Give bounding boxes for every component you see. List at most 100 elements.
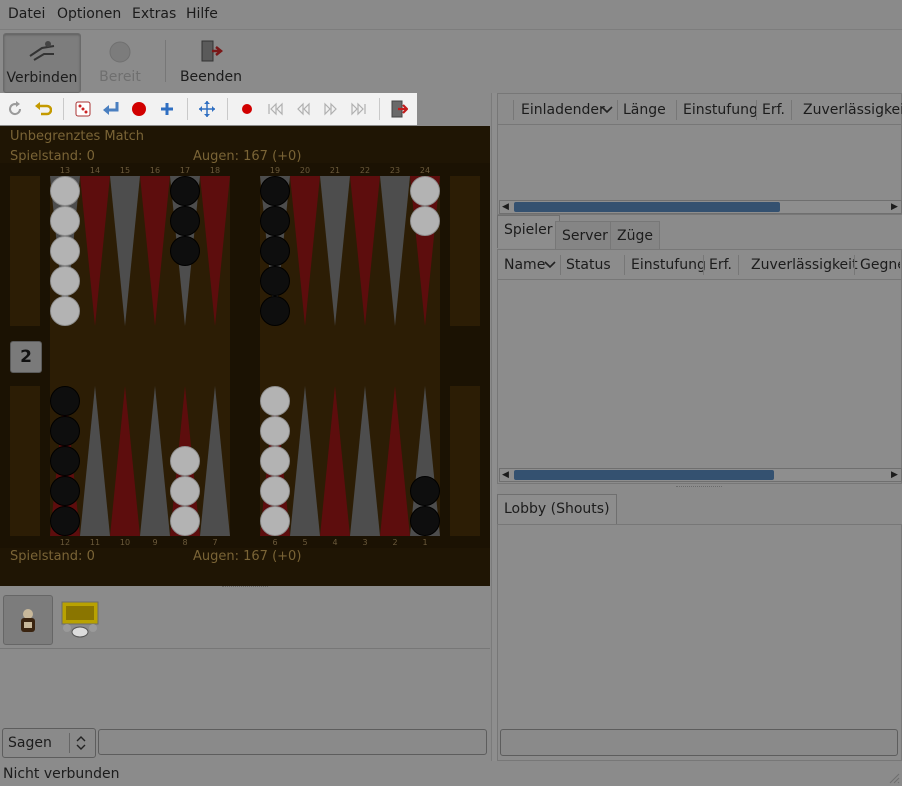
menu-extras[interactable]: Extras (132, 6, 176, 22)
white-checker[interactable] (170, 506, 200, 536)
quit-button[interactable]: Beenden (178, 33, 244, 91)
pips-bottom: Augen: 167 (+0) (193, 549, 302, 564)
tab-lobby-label: Lobby (Shouts) (504, 501, 610, 517)
white-checker[interactable] (50, 266, 80, 296)
black-checker[interactable] (260, 206, 290, 236)
invitations-scrollbar[interactable]: ◀ ▶ (499, 200, 902, 214)
doubling-cube[interactable]: 2 (10, 341, 42, 373)
col-zuverlaessigkeit[interactable]: Zuverlässigkeit (803, 96, 902, 124)
players-panel: Name Status Einstufung Erf. Zuverlässigk… (497, 249, 902, 484)
chat-mode-select[interactable]: Sagen (2, 728, 96, 758)
scroll-thumb[interactable] (514, 470, 774, 480)
col-name[interactable]: Name (504, 251, 545, 279)
tab-server[interactable]: Server (555, 221, 615, 250)
point-number: 6 (272, 538, 277, 547)
black-checker[interactable] (50, 476, 80, 506)
players-scrollbar[interactable]: ◀ ▶ (499, 468, 902, 482)
tab-spieler[interactable]: Spieler (497, 215, 560, 248)
connect-icon (29, 41, 55, 61)
col-erf[interactable]: Erf. (709, 251, 732, 279)
undo-icon[interactable] (34, 100, 52, 118)
last-icon[interactable] (350, 100, 368, 118)
resign-icon[interactable] (102, 100, 120, 118)
menu-optionen[interactable]: Optionen (57, 6, 121, 22)
player-avatar-button[interactable] (3, 595, 53, 645)
white-checker[interactable] (260, 476, 290, 506)
white-checker[interactable] (170, 446, 200, 476)
white-checker[interactable] (410, 206, 440, 236)
black-checker[interactable] (50, 506, 80, 536)
black-checker[interactable] (410, 506, 440, 536)
resize-grip-icon[interactable] (888, 772, 900, 784)
scroll-thumb[interactable] (514, 202, 780, 212)
white-checker[interactable] (260, 386, 290, 416)
menu-bar: Datei Optionen Extras Hilfe (0, 0, 902, 29)
black-checker[interactable] (50, 386, 80, 416)
white-checker[interactable] (410, 176, 440, 206)
point-number: 18 (210, 166, 220, 175)
white-checker[interactable] (50, 206, 80, 236)
record-icon[interactable] (130, 100, 148, 118)
black-checker[interactable] (260, 266, 290, 296)
black-checker[interactable] (50, 446, 80, 476)
white-checker[interactable] (50, 236, 80, 266)
scroll-left-icon[interactable]: ◀ (502, 202, 509, 212)
black-checker[interactable] (170, 236, 200, 266)
white-checker[interactable] (260, 446, 290, 476)
white-checker[interactable] (170, 476, 200, 506)
menu-hilfe[interactable]: Hilfe (186, 6, 218, 22)
white-checker[interactable] (50, 176, 80, 206)
col-einstufung[interactable]: Einstufung (631, 251, 706, 279)
move-icon[interactable] (198, 100, 216, 118)
record-dot-icon[interactable] (238, 100, 256, 118)
sort-chevron-icon (601, 106, 613, 114)
backgammon-board[interactable]: 13 12 14 11 15 10 16 9 17 8 18 7 19 6 20 5 21 4 22 3 23 2 24 1 (0, 163, 490, 548)
connect-button[interactable]: Verbinden (3, 33, 81, 93)
col-erf[interactable]: Erf. (762, 96, 785, 124)
ready-label: Bereit (99, 69, 141, 85)
first-icon[interactable] (266, 100, 284, 118)
col-status[interactable]: Status (566, 251, 611, 279)
point-number: 12 (60, 538, 70, 547)
col-laenge[interactable]: Länge (623, 96, 666, 124)
white-checker[interactable] (260, 416, 290, 446)
prev-icon[interactable] (294, 100, 312, 118)
ready-button[interactable]: Bereit (90, 33, 150, 91)
point-number: 20 (300, 166, 310, 175)
black-checker[interactable] (260, 236, 290, 266)
col-einladender[interactable]: Einladender (521, 96, 605, 124)
black-checker[interactable] (260, 176, 290, 206)
black-checker[interactable] (50, 416, 80, 446)
point-number: 11 (90, 538, 100, 547)
dice-icon[interactable] (74, 100, 92, 118)
pane-grip[interactable] (222, 586, 268, 591)
tab-lobby[interactable]: Lobby (Shouts) (497, 494, 617, 525)
board-toolbar (0, 93, 417, 125)
chat-input[interactable] (98, 729, 487, 755)
tray-top-right (450, 176, 480, 326)
black-checker[interactable] (170, 206, 200, 236)
pane-grip[interactable] (676, 486, 722, 491)
col-gegner[interactable]: Gegne (860, 251, 900, 279)
exit-door-icon (201, 40, 223, 62)
status-text: Nicht verbunden (3, 766, 120, 782)
col-einstufung[interactable]: Einstufung (683, 96, 758, 124)
lobby-input[interactable] (500, 729, 898, 756)
scroll-left-icon[interactable]: ◀ (502, 470, 509, 480)
tab-zuege[interactable]: Züge (610, 221, 660, 250)
point-number: 22 (360, 166, 370, 175)
next-icon[interactable] (322, 100, 340, 118)
scroll-right-icon[interactable]: ▶ (891, 470, 898, 480)
white-checker[interactable] (50, 296, 80, 326)
exit-icon[interactable] (390, 100, 408, 118)
black-checker[interactable] (170, 176, 200, 206)
col-zuverlaessigkeit[interactable]: Zuverlässigkeit (751, 251, 858, 279)
refresh-icon[interactable] (6, 100, 24, 118)
menu-datei[interactable]: Datei (8, 6, 45, 22)
white-checker[interactable] (260, 506, 290, 536)
black-checker[interactable] (410, 476, 440, 506)
point-number: 10 (120, 538, 130, 547)
add-icon[interactable] (158, 100, 176, 118)
black-checker[interactable] (260, 296, 290, 326)
scroll-right-icon[interactable]: ▶ (891, 202, 898, 212)
